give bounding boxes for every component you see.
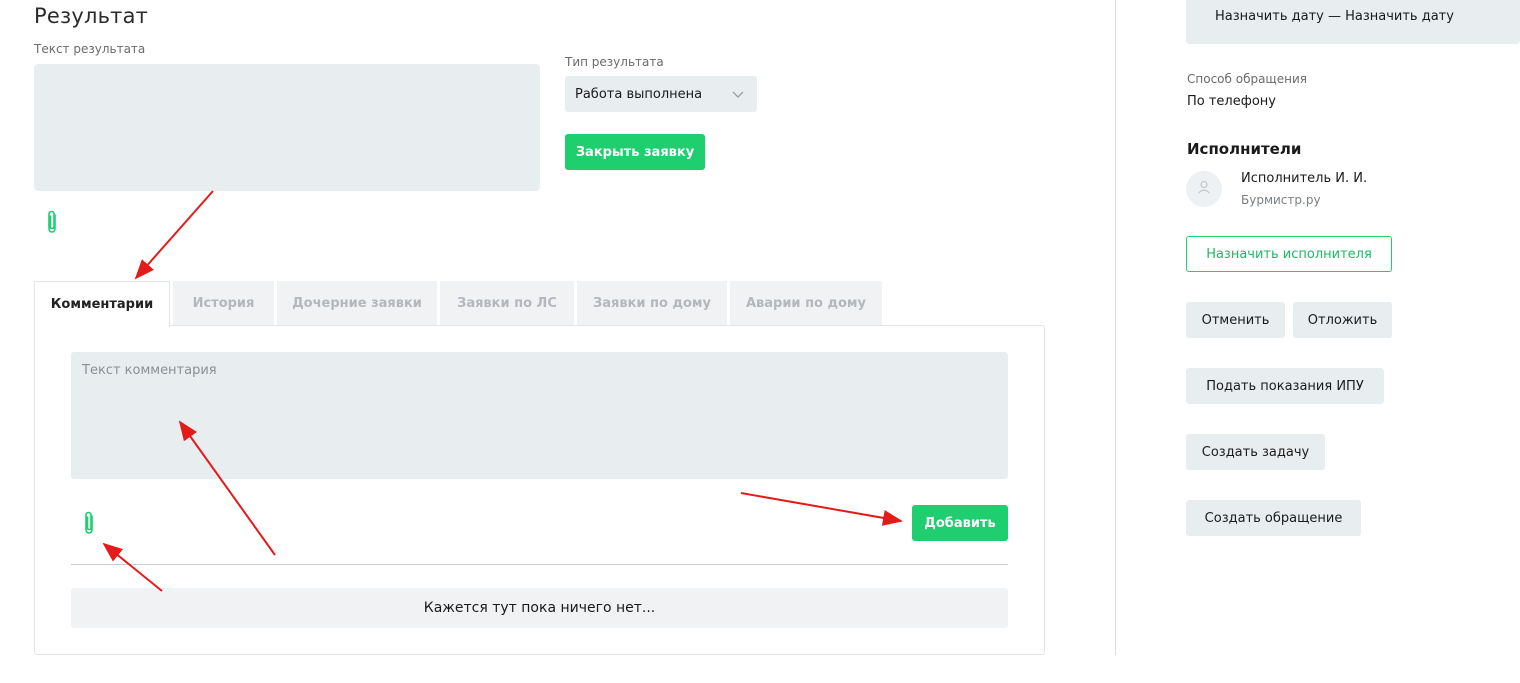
divider <box>71 564 1008 565</box>
executors-title: Исполнители <box>1187 140 1302 158</box>
contact-method-label: Способ обращения <box>1187 72 1307 86</box>
date-value: Назначить дату — Назначить дату <box>1215 9 1454 24</box>
result-type-label: Тип результата <box>565 55 664 69</box>
tab-history[interactable]: История <box>173 281 274 326</box>
cancel-button[interactable]: Отменить <box>1186 302 1285 338</box>
tab-account-requests[interactable]: Заявки по ЛС <box>440 281 574 326</box>
submit-meter-readings-button[interactable]: Подать показания ИПУ <box>1186 368 1384 404</box>
add-comment-button[interactable]: Добавить <box>912 505 1008 541</box>
avatar <box>1186 171 1222 207</box>
column-divider <box>1115 0 1116 655</box>
close-request-button[interactable]: Закрыть заявку <box>565 134 705 170</box>
result-type-value: Работа выполнена <box>575 86 703 102</box>
tab-house-accidents[interactable]: Аварии по дому <box>730 281 882 326</box>
tab-house-requests[interactable]: Заявки по дому <box>577 281 727 326</box>
contact-method-value: По телефону <box>1187 94 1277 109</box>
tab-comments[interactable]: Комментарии <box>34 281 170 327</box>
create-appeal-button[interactable]: Создать обращение <box>1186 500 1361 536</box>
result-text-input[interactable] <box>34 64 540 191</box>
chevron-down-icon <box>731 87 745 105</box>
user-icon <box>1196 179 1212 199</box>
result-text-label: Текст результата <box>34 42 146 56</box>
comment-input[interactable]: Текст комментария <box>71 352 1008 479</box>
result-type-select[interactable]: Работа выполнена <box>565 76 757 112</box>
page-title: Результат <box>34 4 149 28</box>
tab-bar: Комментарии История Дочерние заявки Заяв… <box>34 281 882 327</box>
assign-executor-button[interactable]: Назначить исполнителя <box>1186 236 1392 272</box>
executor-name: Исполнитель И. И. <box>1241 171 1368 186</box>
annotation-arrow <box>134 190 214 280</box>
tab-child-requests[interactable]: Дочерние заявки <box>277 281 437 326</box>
postpone-button[interactable]: Отложить <box>1293 302 1392 338</box>
create-task-button[interactable]: Создать задачу <box>1186 434 1325 470</box>
executor-org: Бурмистр.ру <box>1241 193 1321 207</box>
empty-state: Кажется тут пока ничего нет... <box>71 588 1008 628</box>
paperclip-icon[interactable] <box>42 208 62 236</box>
paperclip-icon[interactable] <box>79 509 99 537</box>
